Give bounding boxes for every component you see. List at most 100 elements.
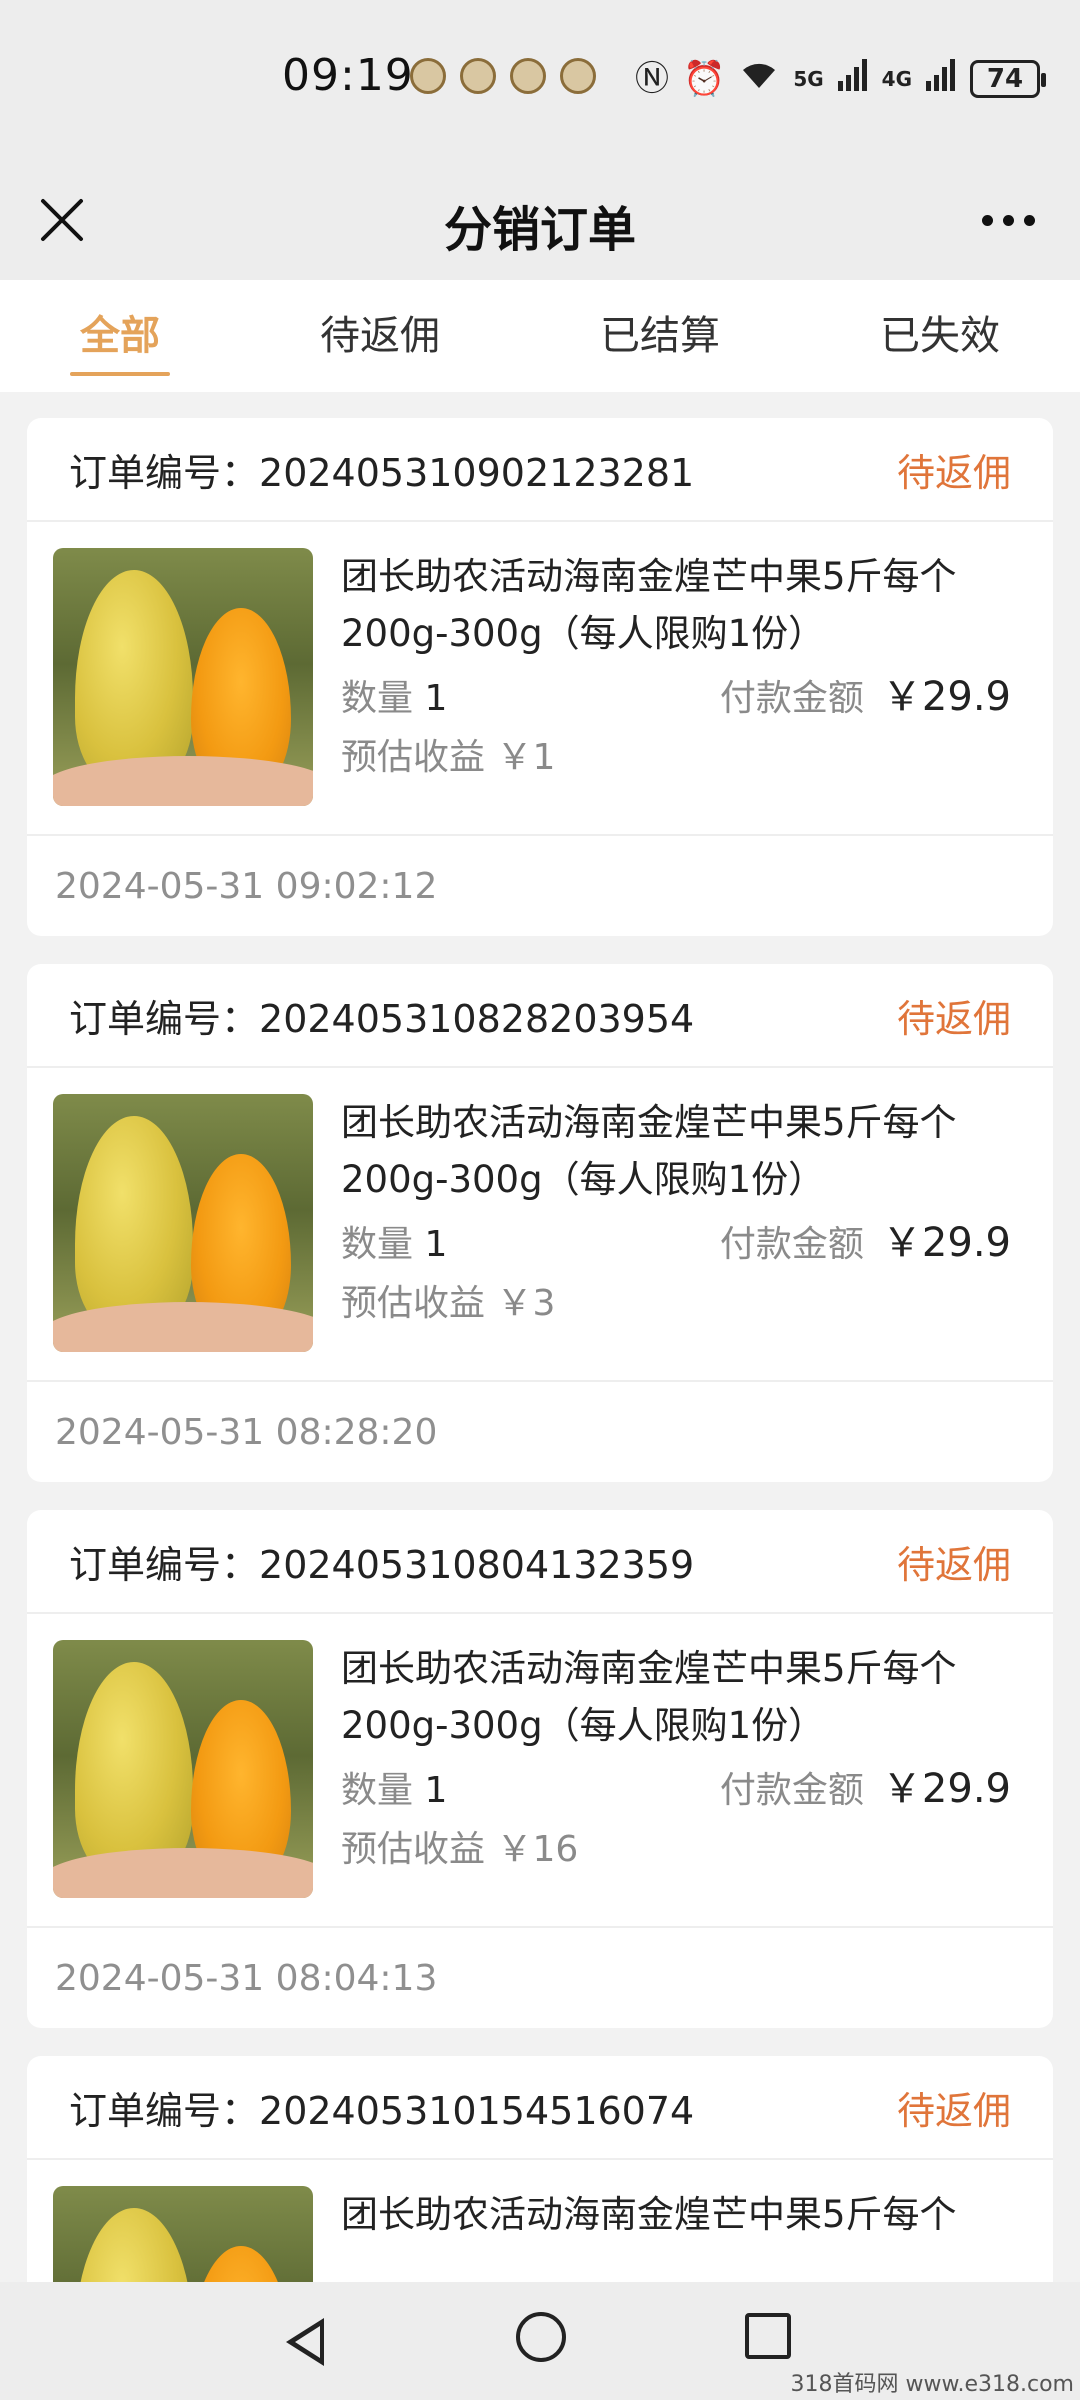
order-number-value: 202405310828203954 (259, 996, 695, 1041)
product-name: 团长助农活动海南金煌芒中果5斤每个200g-300g（每人限购1份） (341, 1101, 957, 1201)
order-status: 待返佣 (896, 450, 1011, 495)
estimated-income-value: ￥16 (496, 1829, 579, 1870)
product-image (53, 1094, 313, 1352)
payment-label: 付款金额 (719, 1224, 864, 1265)
quantity-label: 数量 (341, 1770, 414, 1811)
alarm-icon: ⏰ (682, 58, 726, 99)
order-number-value: 202405310154516074 (259, 2088, 695, 2133)
estimated-income: 预估收益 ￥3 (341, 1274, 1011, 1326)
qty-price-row: 数量 1 付款金额 ￥29.9 (341, 1210, 1011, 1268)
order-list: 订单编号：202405310902123281 待返佣 团长助农活动海南金煌芒中… (27, 418, 1053, 2400)
signal-5g-icon: 5G (793, 66, 824, 91)
product-name: 团长助农活动海南金煌芒中果5斤每个200g-300g（每人限购1份） (341, 555, 957, 655)
payment-amount: ￥29.9 (881, 1766, 1011, 1812)
estimated-income-label: 预估收益 (341, 1829, 486, 1870)
quantity-value: 1 (424, 678, 448, 719)
estimated-income-value: ￥1 (496, 737, 556, 778)
quantity-value: 1 (424, 1770, 448, 1811)
nfc-icon: Ⓝ (634, 58, 669, 99)
order-info: 团长助农活动海南金煌芒中果5斤每个200g-300g（每人限购1份） 数量 1 … (341, 1094, 1011, 1354)
product-name: 团长助农活动海南金煌芒中果5斤每个200g-300g（每人限购1份） (341, 1647, 957, 1747)
order-footer: 2024-05-31 08:28:20 (27, 1382, 1053, 1482)
order-number: 订单编号：202405310804132359 (69, 1534, 694, 1589)
payment: 付款金额 ￥29.9 (720, 1756, 1011, 1814)
payment-label: 付款金额 (719, 678, 864, 719)
payment-label: 付款金额 (719, 1770, 864, 1811)
quantity-label: 数量 (341, 1224, 414, 1265)
order-card[interactable]: 订单编号：202405310902123281 待返佣 团长助农活动海南金煌芒中… (27, 418, 1053, 936)
tab-pending-commission[interactable]: 待返佣 (310, 280, 450, 392)
order-number-value: 202405310804132359 (259, 1542, 695, 1587)
tab-expired[interactable]: 已失效 (870, 280, 1010, 392)
qty-price-row: 数量 1 付款金额 ￥29.9 (341, 664, 1011, 722)
product-image (53, 548, 313, 806)
order-number-label: 订单编号： (69, 450, 260, 495)
quantity: 数量 1 (341, 1215, 447, 1267)
recent-apps-icon[interactable] (745, 2313, 791, 2359)
back-icon[interactable] (286, 2318, 324, 2366)
order-header: 订单编号：202405310804132359 待返佣 (27, 1510, 1053, 1614)
order-footer: 2024-05-31 09:02:12 (27, 836, 1053, 936)
notification-icon (560, 58, 596, 94)
order-info: 团长助农活动海南金煌芒中果5斤每个200g-300g（每人限购1份） 数量 1 … (341, 1640, 1011, 1900)
more-button[interactable] (966, 188, 1050, 252)
order-info: 团长助农活动海南金煌芒中果5斤每个200g-300g（每人限购1份） 数量 1 … (341, 548, 1011, 808)
watermark: 318首码网 www.e318.com (790, 2372, 1074, 2397)
order-body: 团长助农活动海南金煌芒中果5斤每个200g-300g（每人限购1份） 数量 1 … (27, 1614, 1053, 1928)
status-indicators: Ⓝ ⏰ 5G 4G 74 (634, 56, 1046, 101)
order-header: 订单编号：202405310828203954 待返佣 (27, 964, 1053, 1068)
payment: 付款金额 ￥29.9 (720, 1210, 1011, 1268)
estimated-income: 预估收益 ￥1 (341, 728, 1011, 780)
order-footer: 2024-05-31 08:04:13 (27, 1928, 1053, 2028)
signal-bars-icon (837, 57, 868, 100)
order-header: 订单编号：202405310902123281 待返佣 (27, 418, 1053, 522)
product-name: 团长助农活动海南金煌芒中果5斤每个 (341, 2193, 957, 2236)
payment-amount: ￥29.9 (881, 1220, 1011, 1266)
notification-icon (460, 58, 496, 94)
notification-icon (510, 58, 546, 94)
page-title: 分销订单 (443, 202, 636, 258)
more-dot-icon (1023, 214, 1035, 226)
order-time: 2024-05-31 08:28:20 (55, 1411, 438, 1453)
estimated-income: 预估收益 ￥16 (341, 1820, 1011, 1872)
order-time: 2024-05-31 09:02:12 (55, 865, 438, 907)
order-tabs: 全部 待返佣 已结算 已失效 (0, 280, 1080, 392)
order-number-label: 订单编号： (69, 2088, 260, 2133)
order-number: 订单编号：202405310902123281 (69, 442, 694, 497)
status-time: 09:19 (282, 50, 414, 101)
estimated-income-value: ￥3 (496, 1283, 556, 1324)
quantity: 数量 1 (341, 1761, 447, 1813)
order-header: 订单编号：202405310154516074 待返佣 (27, 2056, 1053, 2160)
more-dot-icon (1002, 214, 1014, 226)
title-bar: 分销订单 (0, 160, 1080, 280)
payment: 付款金额 ￥29.9 (720, 664, 1011, 722)
product-image (53, 1640, 313, 1898)
home-icon[interactable] (516, 2312, 566, 2362)
signal-4g-icon: 4G (881, 66, 912, 91)
signal-bars-icon (926, 57, 956, 100)
order-status: 待返佣 (896, 2088, 1011, 2133)
order-card[interactable]: 订单编号：202405310828203954 待返佣 团长助农活动海南金煌芒中… (27, 964, 1053, 1482)
notification-icons (410, 58, 596, 94)
status-bar: 09:19 Ⓝ ⏰ 5G 4G 74 (0, 0, 1080, 160)
order-body: 团长助农活动海南金煌芒中果5斤每个200g-300g（每人限购1份） 数量 1 … (27, 522, 1053, 836)
system-nav-bar: 318首码网 www.e318.com (0, 2282, 1080, 2400)
order-number-label: 订单编号： (69, 1542, 260, 1587)
order-number: 订单编号：202405310154516074 (69, 2080, 694, 2135)
quantity-value: 1 (424, 1224, 448, 1265)
more-dot-icon (981, 214, 993, 226)
order-number: 订单编号：202405310828203954 (69, 988, 694, 1043)
quantity: 数量 1 (341, 669, 447, 721)
qty-price-row: 数量 1 付款金额 ￥29.9 (341, 1756, 1011, 1814)
tab-settled[interactable]: 已结算 (590, 280, 730, 392)
order-body: 团长助农活动海南金煌芒中果5斤每个200g-300g（每人限购1份） 数量 1 … (27, 1068, 1053, 1382)
wifi-icon (739, 56, 779, 101)
estimated-income-label: 预估收益 (341, 737, 486, 778)
order-card[interactable]: 订单编号：202405310804132359 待返佣 团长助农活动海南金煌芒中… (27, 1510, 1053, 2028)
battery-icon: 74 (970, 59, 1046, 98)
estimated-income-label: 预估收益 (341, 1283, 486, 1324)
notification-icon (410, 58, 446, 94)
order-status: 待返佣 (896, 996, 1011, 1041)
tab-all[interactable]: 全部 (70, 280, 170, 392)
quantity-label: 数量 (341, 678, 414, 719)
